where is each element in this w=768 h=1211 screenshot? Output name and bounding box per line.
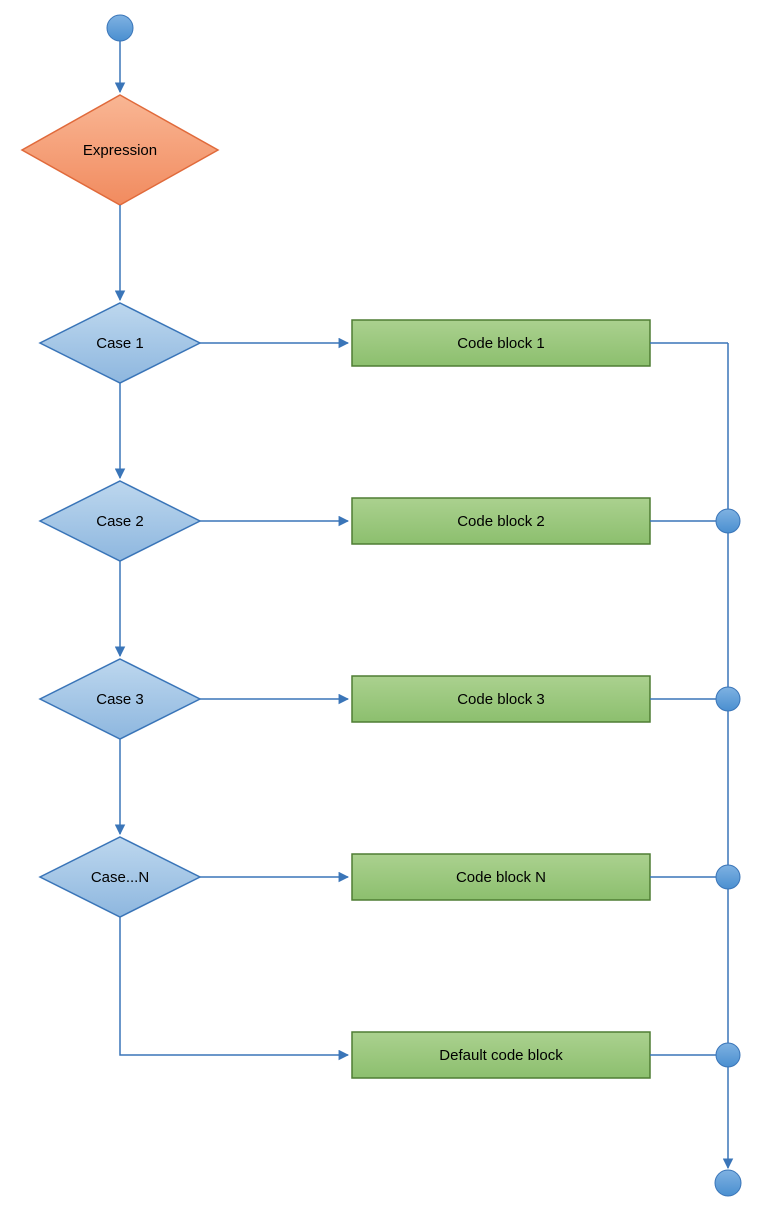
case2-label: Case 2 [96, 513, 144, 530]
case1-label: Case 1 [96, 335, 144, 352]
code2-label: Code block 2 [457, 513, 545, 530]
code1-label: Code block 1 [457, 335, 545, 352]
start-node [107, 15, 133, 41]
junction-node [716, 509, 740, 533]
junction-node [716, 687, 740, 711]
flowchart: Expression Case 1 Code block 1 Case 2 Co… [0, 0, 768, 1211]
case3-label: Case 3 [96, 691, 144, 708]
code3-label: Code block 3 [457, 691, 545, 708]
default-label: Default code block [439, 1047, 563, 1064]
junction-node [716, 865, 740, 889]
caseN-label: Case...N [91, 869, 149, 886]
junction-node [716, 1043, 740, 1067]
connector [120, 917, 348, 1055]
expression-label: Expression [83, 142, 157, 159]
codeN-label: Code block N [456, 869, 546, 886]
end-node [715, 1170, 741, 1196]
